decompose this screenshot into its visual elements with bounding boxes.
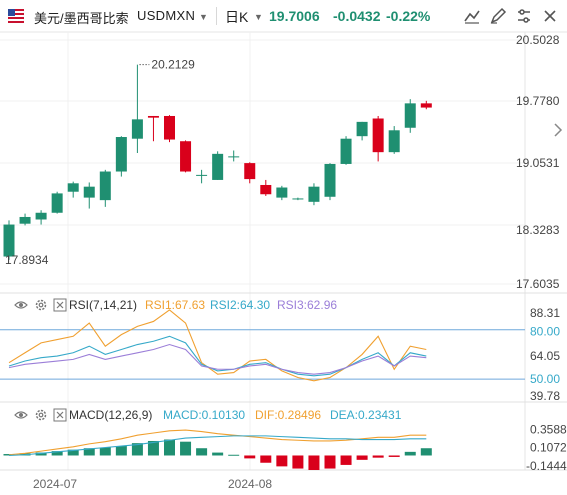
macd-settings-gear-icon[interactable] [34,408,48,422]
macd-axis-label: 0.10722 [530,441,567,455]
high-price-label: 20.2129 [151,58,195,72]
rsi3-value: RSI3:62.96 [277,298,338,312]
price-axis-label: 19.7780 [516,94,560,108]
macd-hide-eye-icon[interactable] [14,408,28,422]
candle-body [244,163,256,180]
macd-histogram-bar [276,455,288,467]
macd-histogram-bar [388,455,400,457]
macd-value: MACD:0.10130 [163,408,246,422]
macd-histogram-bar [372,455,384,458]
rsi-title: RSI(7,14,21) [69,298,138,312]
low-price-label: 17.8934 [5,253,49,267]
macd-histogram-bar [196,448,208,456]
rsi-series-line [8,309,427,382]
macd-histogram-bar [115,446,127,456]
candle-body [420,103,432,108]
macd-histogram-bar [180,441,192,456]
candle-body [99,171,111,201]
rsi-close-icon[interactable] [53,298,67,312]
rsi2-value: RSI2:64.30 [210,298,271,312]
price-axis-label: 18.3283 [516,223,560,237]
candle-body [292,198,304,200]
candle-body [83,186,95,198]
dif-value: DIF:0.28496 [255,408,322,422]
macd-histogram-bar [356,455,368,460]
rsi-axis-label: 80.00 [530,325,560,339]
rsi-series-line [8,335,427,377]
candle-body [228,156,240,158]
candle-body [67,183,79,192]
macd-histogram-bar [340,455,352,465]
macd-close-icon[interactable] [53,408,67,422]
macd-histogram-bar [308,455,320,470]
candle-body [19,216,31,224]
candle-body [404,103,416,128]
rsi-hide-eye-icon[interactable] [14,298,28,312]
macd-histogram-bar [99,447,111,456]
rsi-axis-label: 88.31 [530,306,560,320]
candle-body [260,184,272,195]
rsi-axis-label: 64.05 [530,349,560,363]
macd-histogram-bar [324,455,336,469]
macd-axis-label: 0.35883 [530,422,567,436]
candle-body [51,193,63,213]
macd-histogram-bar [420,448,432,456]
dea-value: DEA:0.23431 [330,408,402,422]
candle-body [276,187,288,198]
rsi-axis-label: 50.00 [530,372,560,386]
candle-body [388,130,400,153]
rsi-series-line [8,343,427,375]
macd-axis-label: -0.14440 [526,459,567,473]
candle-body [324,163,336,197]
price-axis-label: 17.6035 [516,277,560,291]
date-axis-label: 2024-07 [33,477,77,491]
candle-body [35,212,47,220]
price-axis-label: 20.5028 [516,33,560,47]
date-axis-label: 2024-08 [228,477,272,491]
candle-body [212,153,224,180]
candle-body [340,138,352,164]
macd-histogram-bar [404,451,416,456]
macd-histogram-bar [260,455,272,463]
candle-body [196,174,208,176]
candle-body [180,141,192,172]
macd-histogram-bar [244,455,256,459]
candle-body [131,119,143,139]
macd-histogram-bar [292,455,304,469]
candle-body [372,118,384,153]
collapse-panel-icon[interactable] [553,122,563,138]
candle-body [356,121,368,137]
macd-histogram-bar [212,452,224,456]
price-axis-label: 19.0531 [516,156,560,170]
rsi-axis-label: 39.78 [530,389,560,403]
candle-body [308,186,320,202]
candle-body [164,115,175,140]
candle-body [3,224,15,257]
candle-body [115,137,127,172]
rsi-settings-gear-icon[interactable] [34,298,48,312]
candle-body [147,115,159,118]
macd-histogram-bar [228,454,240,456]
rsi1-value: RSI1:67.63 [145,298,206,312]
macd-histogram-bar [164,439,175,456]
macd-title: MACD(12,26,9) [69,408,153,422]
